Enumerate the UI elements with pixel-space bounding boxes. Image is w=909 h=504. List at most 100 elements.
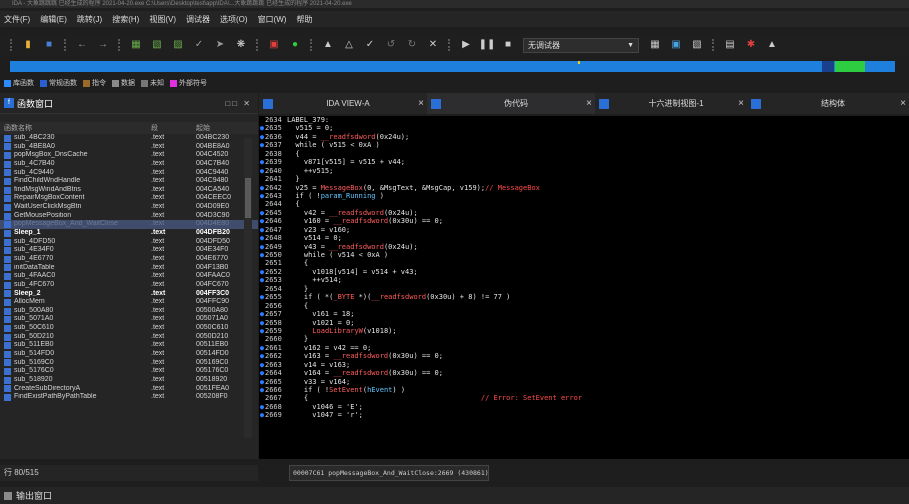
function-row[interactable]: sub_4E6770 .text 004E6770 [0, 255, 258, 264]
function-row[interactable]: FindChildWndHandle .text 004C9480 [0, 177, 258, 186]
function-row[interactable]: sub_518920 .text 00518920 [0, 376, 258, 385]
code-line[interactable]: ● 2661 v162 = v42 == 0; [259, 344, 909, 352]
function-row[interactable]: sub_5176C0 .text 005176C0 [0, 367, 258, 376]
back-arrow-icon[interactable]: ← [74, 38, 90, 52]
output-window[interactable]: 输出窗口 [0, 487, 909, 504]
code-line[interactable]: ● 2637 while ( v515 < 0xA ) [259, 141, 909, 149]
code-line[interactable]: 2667 { // Error: SetEvent error [259, 394, 909, 402]
hex-view-icon[interactable]: ▦ [128, 38, 144, 52]
save-icon[interactable]: ■ [41, 38, 57, 52]
code-line[interactable]: 2634 LABEL_379: [259, 116, 909, 124]
function-row[interactable]: sub_4E34F0 .text 004E34F0 [0, 246, 258, 255]
function-row[interactable]: sub_514FD0 .text 00514FD0 [0, 350, 258, 359]
pseudocode-view[interactable]: 2634 LABEL_379: ● 2635 v515 = 0; ● 2636 v44 =… [259, 116, 909, 459]
close-icon[interactable]: × [583, 98, 595, 109]
code-line[interactable]: ● 2659 LoadLibraryW(v1018); [259, 327, 909, 335]
code-line[interactable]: ● 2666 if ( !SetEvent(hEvent) ) [259, 386, 909, 394]
code-line[interactable]: ● 2650 while ( v514 < 0xA ) [259, 251, 909, 259]
code-line[interactable]: ● 2665 v33 = v164; [259, 378, 909, 386]
function-row[interactable]: sub_4C9440 .text 004C9440 [0, 169, 258, 178]
graph-view-icon[interactable]: ▨ [170, 38, 186, 52]
function-row[interactable]: sub_50C610 .text 0050C610 [0, 324, 258, 333]
play-icon[interactable]: ▶ [458, 38, 474, 52]
code-line[interactable]: 2644 { [259, 200, 909, 208]
function-row[interactable]: popMessageBox_And_WaitClose .text 004D4E80 [0, 220, 258, 230]
navigation-band[interactable] [10, 61, 895, 72]
code-line[interactable]: 2654 } [259, 285, 909, 293]
menu-item[interactable]: 选项(O) [220, 14, 248, 25]
code-line[interactable]: ● 2657 v161 = 18; [259, 310, 909, 318]
assemble-icon[interactable]: △ [341, 38, 357, 52]
code-line[interactable]: ● 2663 v14 = v163; [259, 361, 909, 369]
redo-icon[interactable]: ↻ [404, 38, 420, 52]
tab-view[interactable]: 结构体 × [747, 93, 909, 114]
scrollbar-thumb[interactable] [245, 178, 251, 218]
debug-settings-icon[interactable]: ▦ [647, 38, 663, 52]
code-line[interactable]: ● 2652 v1018[v514] = v514 + v43; [259, 268, 909, 276]
function-row[interactable]: popMsgBox_DnsCache .text 004C4520 [0, 151, 258, 160]
function-row[interactable]: sub_500A80 .text 00500A80 [0, 307, 258, 316]
close-icon[interactable]: × [415, 98, 427, 109]
debugger-select[interactable]: 无调试器 ▼ [523, 37, 639, 53]
function-row[interactable]: GetMousePosition .text 004D3C90 [0, 212, 258, 221]
function-row[interactable]: Sleep_2 .text 004FF3C0 [0, 290, 258, 299]
menu-item[interactable]: 窗口(W) [258, 14, 287, 25]
function-row[interactable]: sub_4BC230 .text 004BC230 [0, 134, 258, 143]
segments-icon[interactable]: ▣ [266, 38, 282, 52]
text-view-icon[interactable]: ▧ [149, 38, 165, 52]
function-row[interactable]: AllocMem .text 004FFC90 [0, 298, 258, 307]
code-line[interactable]: 2656 { [259, 302, 909, 310]
function-row[interactable]: sub_4DFD50 .text 004DFD50 [0, 238, 258, 247]
function-row[interactable]: sub_4FC670 .text 004FC670 [0, 281, 258, 290]
code-line[interactable]: ● 2658 v1021 = 0; [259, 319, 909, 327]
code-line[interactable]: ● 2649 v43 = __readfsdword(0x24u); [259, 243, 909, 251]
menu-item[interactable]: 跳转(J) [77, 14, 102, 25]
code-line[interactable]: ● 2664 v164 = __readfsdword(0x30u) == 0; [259, 369, 909, 377]
function-row[interactable]: FindExistPathByPathTable .text 005208F0 [0, 393, 258, 402]
pause-icon[interactable]: ❚❚ [479, 38, 496, 52]
menu-item[interactable]: 帮助 [296, 14, 312, 25]
code-line[interactable]: 2660 } [259, 335, 909, 343]
function-row[interactable]: sub_5071A0 .text 005071A0 [0, 315, 258, 324]
patch-icon[interactable]: ▲ [320, 38, 336, 52]
function-row[interactable]: sub_4C7B40 .text 004C7B40 [0, 160, 258, 169]
close-icon[interactable]: × [735, 98, 747, 109]
function-row[interactable]: RepairMsgBoxContent .text 004CEEC0 [0, 194, 258, 203]
attach-icon[interactable]: ▣ [668, 38, 684, 52]
menu-item[interactable]: 编辑(E) [40, 14, 67, 25]
function-row[interactable]: sub_50D210 .text 0050D210 [0, 333, 258, 342]
tab-view[interactable]: 伪代码 × [427, 93, 595, 114]
code-line[interactable]: ● 2655 if ( *(_BYTE *)(__readfsdword(0x30… [259, 293, 909, 301]
process-icon[interactable]: ▧ [689, 38, 705, 52]
record-icon[interactable]: ● [287, 38, 303, 52]
menu-item[interactable]: 调试器 [186, 14, 210, 25]
code-line[interactable]: ● 2646 v160 = __readfsdword(0x30u) == 0; [259, 217, 909, 225]
breakpoint-list-icon[interactable]: ▤ [722, 38, 738, 52]
function-row[interactable]: WaitUserClickMsgBtn .text 004D09E0 [0, 203, 258, 212]
column-segment[interactable]: 段 [151, 123, 196, 133]
code-line[interactable]: ● 2647 v23 = v160; [259, 226, 909, 234]
close-x-icon[interactable]: ✕ [425, 38, 441, 52]
function-row[interactable]: findMsgWindAndBtns .text 004CA540 [0, 186, 258, 195]
check-icon[interactable]: ✓ [362, 38, 378, 52]
function-row[interactable]: CreateSubDirectoryA .text 0051FEA0 [0, 385, 258, 394]
code-line[interactable]: ● 2642 v25 = MessageBox(0, &MsgText, &Msg… [259, 184, 909, 192]
code-line[interactable]: ● 2636 v44 = __readfsdword(0x24u); [259, 133, 909, 141]
column-start[interactable]: 起始 [196, 123, 246, 133]
code-line[interactable]: ● 2662 v163 = __readfsdword(0x30u) == 0; [259, 352, 909, 360]
function-row[interactable]: sub_5169C0 .text 005169C0 [0, 359, 258, 368]
code-line[interactable]: ● 2640 ++v515; [259, 167, 909, 175]
function-row[interactable]: initDataTable .text 004F13B0 [0, 264, 258, 273]
panel-window-buttons[interactable]: □□ ✕ [225, 99, 252, 108]
code-line[interactable]: ● 2635 v515 = 0; [259, 124, 909, 132]
stop-icon[interactable]: ■ [500, 38, 516, 52]
code-line[interactable]: 2651 { [259, 259, 909, 267]
tracing-icon[interactable]: ✱ [743, 38, 759, 52]
close-icon[interactable]: × [897, 98, 909, 109]
code-line[interactable]: 2641 } [259, 175, 909, 183]
column-function-name[interactable]: 函数名称 [0, 123, 151, 133]
function-row[interactable]: sub_4BE8A0 .text 004BE8A0 [0, 143, 258, 152]
code-line[interactable]: ● 2653 ++v514; [259, 276, 909, 284]
code-line[interactable]: ● 2669 v1047 = 'r'; [259, 411, 909, 419]
functions-scrollbar[interactable] [244, 138, 252, 438]
